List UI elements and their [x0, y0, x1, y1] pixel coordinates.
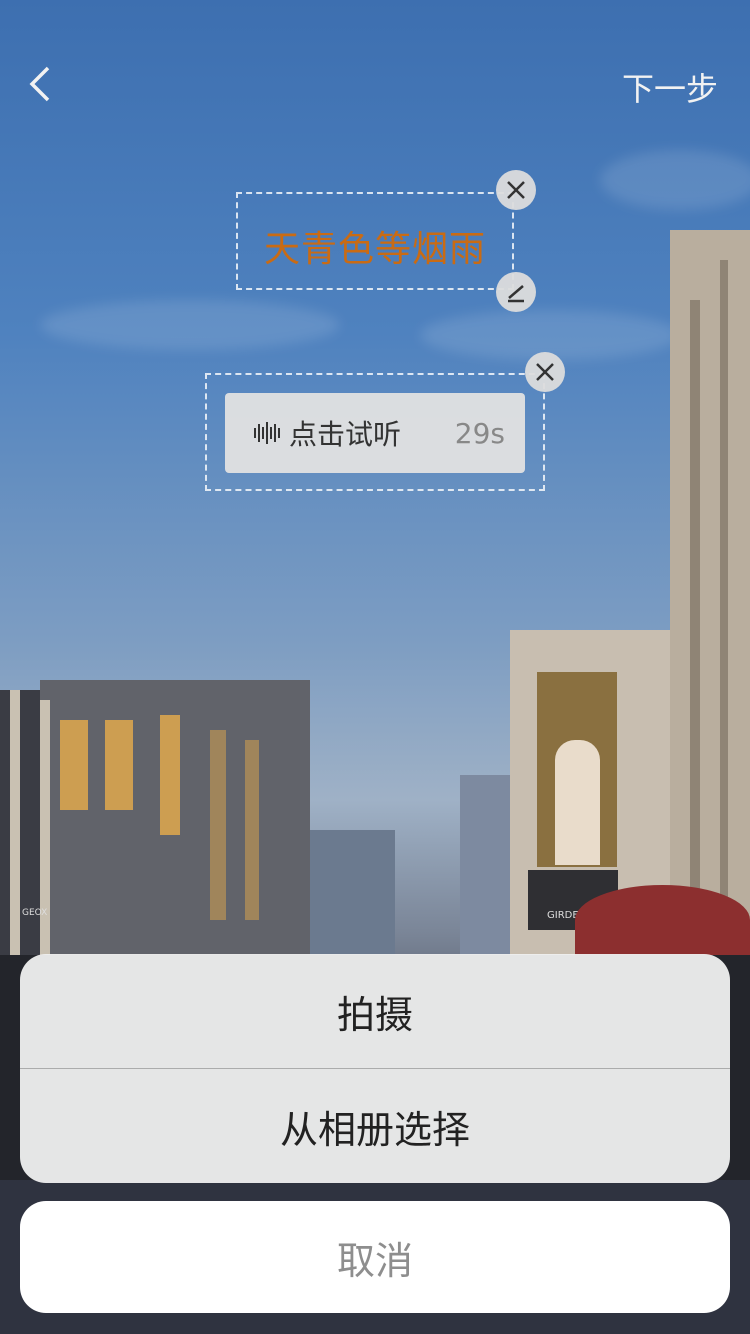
- edit-text-sticker-button[interactable]: [496, 272, 536, 312]
- back-button[interactable]: [24, 62, 64, 106]
- action-choose-from-album[interactable]: 从相册选择: [20, 1069, 730, 1183]
- voice-sticker-label: 点击试听: [289, 418, 402, 451]
- voice-sticker-play-button[interactable]: 点击试听 29s: [225, 393, 525, 473]
- pencil-icon: [508, 285, 524, 303]
- text-sticker[interactable]: 天青色等烟雨: [236, 192, 514, 290]
- cancel-button[interactable]: 取消: [20, 1201, 730, 1313]
- action-shoot[interactable]: 拍摄: [20, 954, 730, 1068]
- voice-duration: 29s: [454, 416, 505, 450]
- action-sheet: 拍摄 从相册选择: [20, 954, 730, 1183]
- next-step-button[interactable]: 下一步: [622, 64, 718, 110]
- close-icon: [536, 363, 554, 381]
- chevron-left-icon: [29, 66, 50, 102]
- voice-sticker-frame: 点击试听 29s: [205, 373, 545, 491]
- sound-wave-icon: [254, 422, 280, 444]
- store-sign: GEOX: [22, 908, 48, 918]
- close-icon: [507, 181, 525, 199]
- delete-voice-sticker-button[interactable]: [525, 352, 565, 392]
- delete-text-sticker-button[interactable]: [496, 170, 536, 210]
- sticker-text: 天青色等烟雨: [263, 229, 486, 270]
